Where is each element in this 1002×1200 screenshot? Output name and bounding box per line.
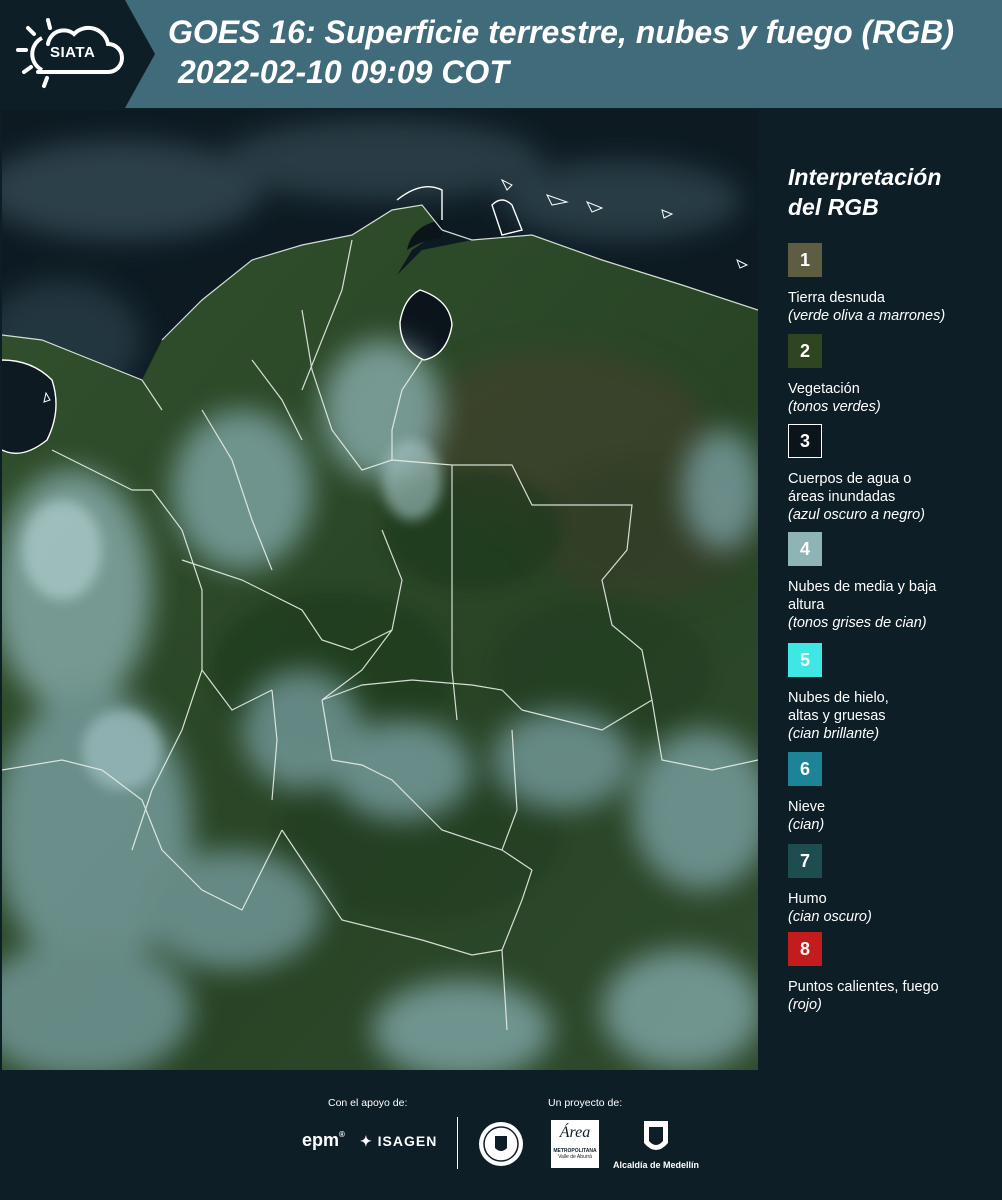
legend-swatch: 5 bbox=[788, 643, 822, 677]
legend-item-smoke: 7 Humo (cian oscuro) bbox=[788, 844, 998, 926]
legend-item-sub: (cian) bbox=[788, 817, 825, 833]
legend-item-sub: (verde oliva a marrones) bbox=[788, 308, 946, 324]
legend-item-label: Nieve bbox=[788, 799, 826, 815]
legend-item-sub: (rojo) bbox=[788, 997, 822, 1013]
alcaldia-shield bbox=[642, 1119, 670, 1162]
legend-item-label: Tierra desnuda bbox=[788, 290, 885, 306]
legend-swatch: 4 bbox=[788, 532, 822, 566]
legend-item-fire: 8 Puntos calientes, fuego (rojo) bbox=[788, 932, 998, 1014]
project-label: Un proyecto de: bbox=[548, 1097, 623, 1109]
legend-item-label: Vegetación bbox=[788, 381, 860, 397]
legend-swatch: 6 bbox=[788, 752, 822, 786]
legend-item-sub: (cian oscuro) bbox=[788, 909, 872, 925]
legend-item-sub: (azul oscuro a negro) bbox=[788, 507, 926, 523]
page-title: GOES 16: Superficie terrestre, nubes y f… bbox=[168, 14, 954, 50]
legend-title-line2: del RGB bbox=[788, 194, 879, 220]
antioquia-seal bbox=[477, 1120, 525, 1173]
legend-swatch: 7 bbox=[788, 844, 822, 878]
legend-item-label: Cuerpos de agua o áreas inundadas bbox=[788, 471, 912, 505]
legend-title-line1: Interpretación bbox=[788, 164, 942, 190]
legend-item-label: Puntos calientes, fuego bbox=[788, 979, 939, 995]
support-label: Con el apoyo de: bbox=[328, 1097, 408, 1109]
legend-item-water: 3 Cuerpos de agua o áreas inundadas (azu… bbox=[788, 424, 998, 524]
footer-divider bbox=[457, 1117, 458, 1169]
satellite-map[interactable] bbox=[2, 110, 758, 1070]
legend-item-sub: (tonos grises de cian) bbox=[788, 615, 927, 631]
isagen-logo-text: ISAGEN bbox=[377, 1133, 438, 1149]
legend-swatch: 1 bbox=[788, 243, 822, 277]
siata-logo: SIATA bbox=[0, 0, 155, 108]
isagen-icon: ✦ bbox=[360, 1133, 373, 1149]
legend-item-vegetation: 2 Vegetación (tonos verdes) bbox=[788, 334, 998, 416]
epm-logo-text: epm bbox=[302, 1130, 340, 1150]
header-bar: SIATA GOES 16: Superficie terrestre, nub… bbox=[0, 0, 1002, 108]
legend-item-label: Nubes de hielo, altas y gruesas bbox=[788, 690, 889, 724]
legend-item-bare-soil: 1 Tierra desnuda (verde oliva a marrones… bbox=[788, 243, 998, 325]
legend-title: Interpretación del RGB bbox=[788, 162, 988, 222]
epm-logo: epm® bbox=[302, 1130, 345, 1150]
legend-swatch: 2 bbox=[788, 334, 822, 368]
legend-panel: Interpretación del RGB 1 Tierra desnuda … bbox=[762, 110, 1002, 1070]
page-timestamp: 2022-02-10 09:09 COT bbox=[178, 54, 509, 90]
siata-logo-text: SIATA bbox=[50, 44, 96, 61]
legend-swatch: 3 bbox=[788, 424, 822, 458]
area-metropolitana-logo: Área METROPOLITANA Valle de Aburrá bbox=[551, 1120, 599, 1168]
legend-item-snow: 6 Nieve (cian) bbox=[788, 752, 998, 834]
legend-item-sub: (tonos verdes) bbox=[788, 399, 881, 415]
isagen-logo: ✦ ISAGEN bbox=[360, 1133, 437, 1150]
legend-item-low-clouds: 4 Nubes de media y baja altura (tonos gr… bbox=[788, 532, 998, 632]
legend-swatch: 8 bbox=[788, 932, 822, 966]
legend-item-sub: (cian brillante) bbox=[788, 726, 880, 742]
legend-item-ice-clouds: 5 Nubes de hielo, altas y gruesas (cian … bbox=[788, 643, 998, 743]
alcaldia-label: Alcaldía de Medellín bbox=[613, 1160, 700, 1170]
area-logo-line1: Área bbox=[559, 1124, 591, 1141]
legend-item-label: Humo bbox=[788, 891, 827, 907]
area-logo-line3: Valle de Aburrá bbox=[558, 1154, 592, 1160]
legend-item-label: Nubes de media y baja altura bbox=[788, 579, 937, 613]
